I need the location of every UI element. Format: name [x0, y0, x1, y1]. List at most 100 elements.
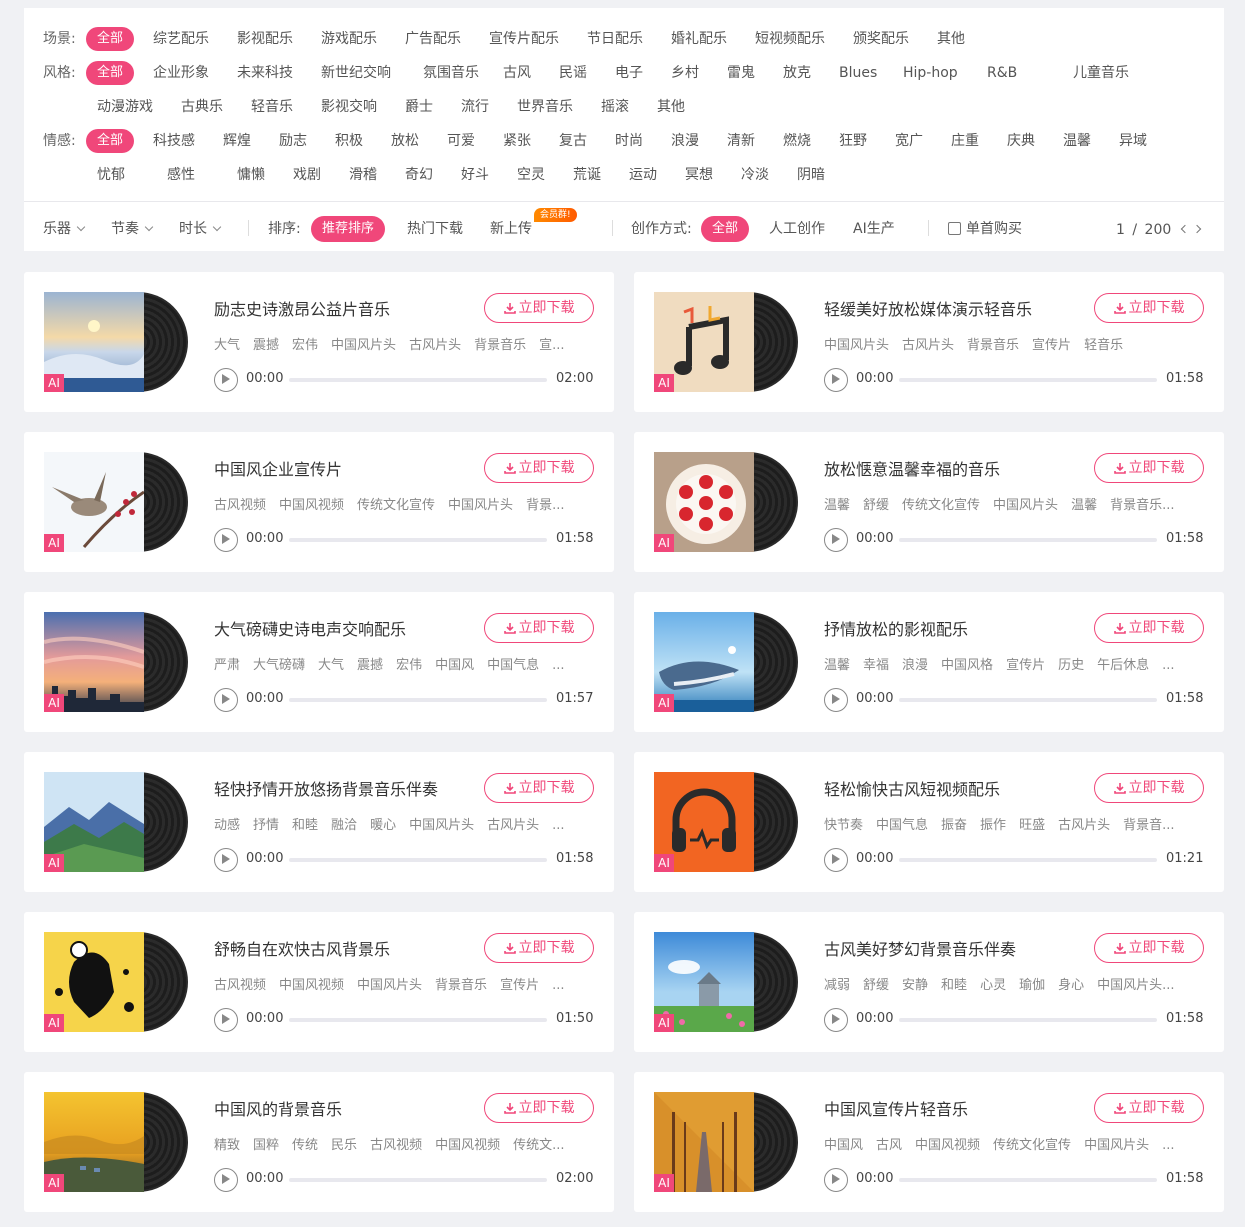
album-disc[interactable]: AI: [44, 612, 188, 712]
track-tag[interactable]: 减弱: [824, 978, 850, 993]
track-tag[interactable]: 中国风片头: [409, 818, 474, 833]
track-tag[interactable]: 抒情: [253, 818, 279, 833]
filter-chip-emotion[interactable]: 好斗: [461, 163, 489, 187]
track-tag[interactable]: 身心: [1058, 978, 1084, 993]
filter-chip-style[interactable]: 影视交响: [321, 95, 377, 119]
prev-page-icon[interactable]: [1180, 224, 1190, 234]
track-tag[interactable]: 中国风片头: [1084, 1138, 1149, 1153]
track-title[interactable]: 轻缓美好放松媒体演示轻音乐: [824, 296, 1032, 320]
filter-chip-scene[interactable]: 婚礼配乐: [671, 27, 727, 51]
track-tag[interactable]: 古风: [876, 1138, 902, 1153]
filter-chip-style[interactable]: 古风: [503, 61, 531, 85]
play-icon[interactable]: [824, 528, 848, 552]
filter-chip-scene[interactable]: 游戏配乐: [321, 27, 377, 51]
track-tag[interactable]: 瑜伽: [1019, 978, 1045, 993]
duration-dropdown[interactable]: 时长: [179, 216, 222, 242]
play-icon[interactable]: [214, 848, 238, 872]
sort-option-hot[interactable]: 热门下载: [407, 216, 463, 242]
album-disc[interactable]: AI: [44, 772, 188, 872]
track-card[interactable]: AI 轻快抒情开放悠扬背景音乐伴奏 立即下载 动感 抒情 和睦 融洽 暖心 中国风片头 古风片头.…: [24, 752, 614, 892]
track-tag[interactable]: 中国风片头: [824, 338, 889, 353]
filter-chip-style[interactable]: R&B: [987, 61, 1017, 85]
filter-chip-emotion[interactable]: 紧张: [503, 129, 531, 153]
filter-chip-style[interactable]: 流行: [461, 95, 489, 119]
progress-bar[interactable]: [899, 858, 1157, 862]
play-icon[interactable]: [824, 368, 848, 392]
download-button[interactable]: 立即下载: [484, 453, 594, 483]
track-tag[interactable]: 暖心: [370, 818, 396, 833]
filter-chip-scene[interactable]: 颁奖配乐: [853, 27, 909, 51]
track-tag[interactable]: ...: [552, 978, 564, 993]
filter-chip-emotion[interactable]: 复古: [559, 129, 587, 153]
album-disc[interactable]: AI: [44, 932, 188, 1032]
play-icon[interactable]: [824, 1008, 848, 1032]
filter-chip-emotion[interactable]: 温馨: [1063, 129, 1091, 153]
track-tag[interactable]: 中国风片头: [448, 498, 513, 513]
filter-chip-scene[interactable]: 宣传片配乐: [489, 27, 559, 51]
album-disc[interactable]: AI: [654, 772, 798, 872]
track-card[interactable]: AI 古风美好梦幻背景音乐伴奏 立即下载 减弱 舒缓 安静 和睦 心灵 瑜伽 身心 中国风片头...…: [634, 912, 1224, 1052]
filter-chip-style[interactable]: 新世纪交响: [321, 61, 391, 85]
download-button[interactable]: 立即下载: [484, 613, 594, 643]
filter-chip-style[interactable]: 氛围音乐: [423, 61, 479, 85]
track-title[interactable]: 中国风宣传片轻音乐: [824, 1096, 968, 1120]
track-tag[interactable]: 宣传片: [500, 978, 539, 993]
download-button[interactable]: 立即下载: [1094, 613, 1204, 643]
filter-chip-emotion[interactable]: 滑稽: [349, 163, 377, 187]
track-tag[interactable]: 和睦: [941, 978, 967, 993]
track-tag[interactable]: 安静: [902, 978, 928, 993]
track-tag[interactable]: 严肃: [214, 658, 240, 673]
filter-chip-scene[interactable]: 节日配乐: [587, 27, 643, 51]
filter-chip-emotion[interactable]: 积极: [335, 129, 363, 153]
play-icon[interactable]: [824, 1168, 848, 1192]
track-tag[interactable]: 中国气息: [487, 658, 539, 673]
filter-chip-emotion[interactable]: 冷淡: [741, 163, 769, 187]
filter-chip-emotion[interactable]: 狂野: [839, 129, 867, 153]
track-tag[interactable]: 轻音乐: [1084, 338, 1123, 353]
download-button[interactable]: 立即下载: [484, 773, 594, 803]
track-tag[interactable]: 古风片头: [487, 818, 539, 833]
track-tag[interactable]: 大气磅礴: [253, 658, 305, 673]
track-tag[interactable]: 宣传片: [1006, 658, 1045, 673]
download-button[interactable]: 立即下载: [1094, 453, 1204, 483]
album-disc[interactable]: AI: [44, 452, 188, 552]
progress-bar[interactable]: [289, 538, 547, 542]
filter-chip-emotion[interactable]: 燃烧: [783, 129, 811, 153]
download-button[interactable]: 立即下载: [484, 1093, 594, 1123]
track-tag[interactable]: 宣传片: [1032, 338, 1071, 353]
filter-chip-emotion[interactable]: 全部: [86, 129, 135, 153]
track-tag[interactable]: 舒缓: [863, 498, 889, 513]
track-tag[interactable]: ...: [552, 658, 564, 673]
album-disc[interactable]: AI: [44, 1092, 188, 1192]
progress-bar[interactable]: [899, 1018, 1157, 1022]
filter-chip-style[interactable]: 动漫游戏: [97, 95, 153, 119]
track-tag[interactable]: 和睦: [292, 818, 318, 833]
play-icon[interactable]: [214, 688, 238, 712]
progress-bar[interactable]: [289, 698, 547, 702]
progress-bar[interactable]: [899, 1178, 1157, 1182]
album-disc[interactable]: AI: [654, 292, 798, 392]
track-tag[interactable]: 历史: [1058, 658, 1084, 673]
track-tag[interactable]: 中国风格: [941, 658, 993, 673]
album-disc[interactable]: AI: [654, 612, 798, 712]
create-option-ai[interactable]: AI生产: [853, 216, 895, 242]
track-tag[interactable]: 传统文化宣传: [902, 498, 980, 513]
rhythm-dropdown[interactable]: 节奏: [111, 216, 154, 242]
progress-bar[interactable]: [899, 698, 1157, 702]
track-tag[interactable]: 背景音...: [1123, 818, 1174, 833]
filter-chip-emotion[interactable]: 可爱: [447, 129, 475, 153]
track-tag[interactable]: 舒缓: [863, 978, 889, 993]
filter-chip-emotion[interactable]: 时尚: [615, 129, 643, 153]
track-tag[interactable]: 温馨: [824, 658, 850, 673]
progress-bar[interactable]: [289, 858, 547, 862]
download-button[interactable]: 立即下载: [484, 933, 594, 963]
filter-chip-scene[interactable]: 其他: [937, 27, 965, 51]
filter-chip-style[interactable]: 古典乐: [181, 95, 223, 119]
track-tag[interactable]: 传统文化宣传: [357, 498, 435, 513]
single-buy-checkbox[interactable]: [948, 222, 961, 235]
track-tag[interactable]: 中国风视频: [279, 498, 344, 513]
track-card[interactable]: AI 大气磅礴史诗电声交响配乐 立即下载 严肃 大气磅礴 大气 震撼 宏伟 中国风 中国气息...…: [24, 592, 614, 732]
filter-chip-style[interactable]: 轻音乐: [251, 95, 293, 119]
track-tag[interactable]: ...: [1162, 658, 1174, 673]
track-card[interactable]: AI 轻松愉快古风短视频配乐 立即下载 快节奏 中国气息 振奋 振作 旺盛 古风片头 背景音...…: [634, 752, 1224, 892]
